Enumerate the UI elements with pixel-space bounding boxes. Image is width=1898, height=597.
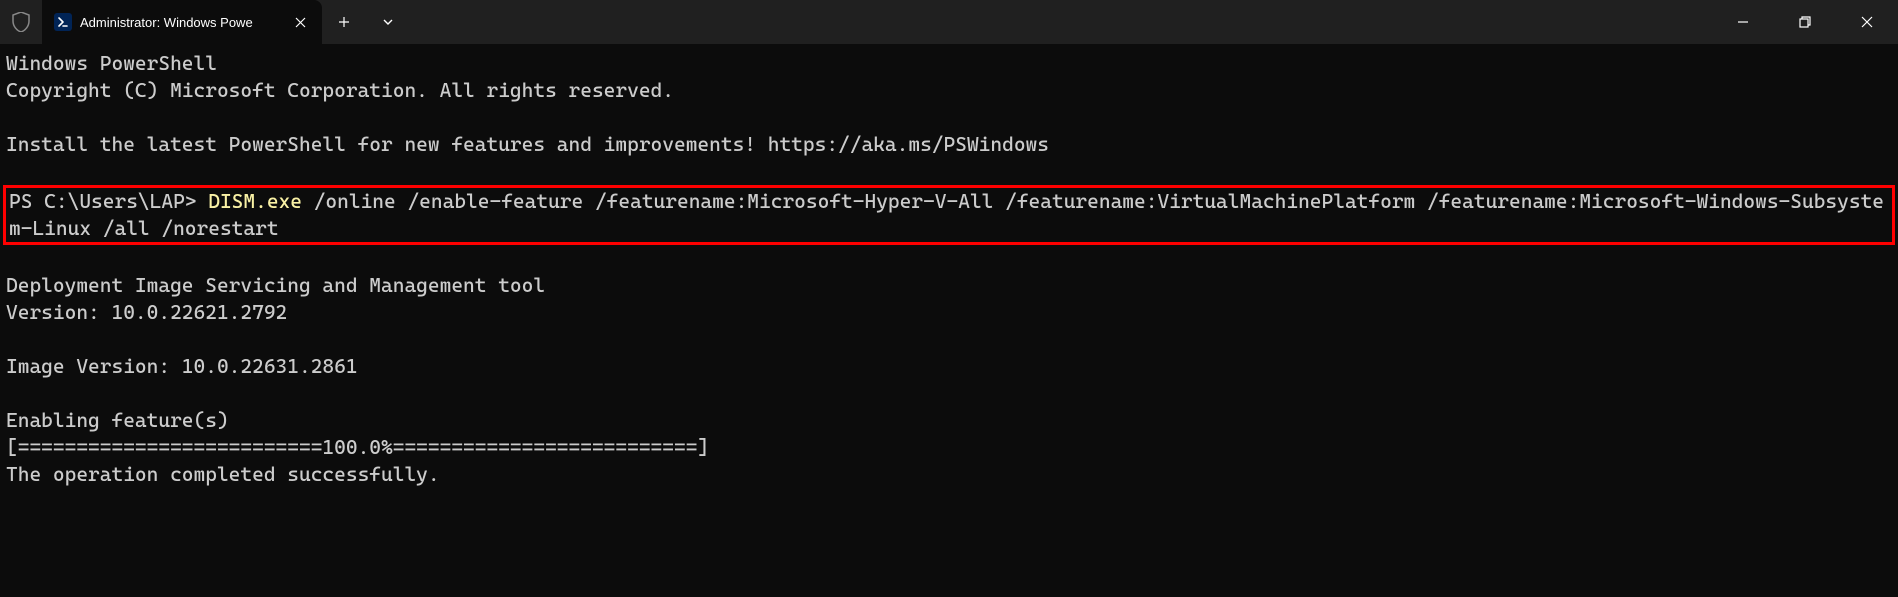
install-hint-line: Install the latest PowerShell for new fe… [6,131,1892,158]
blank-line [6,245,1892,272]
tab-dropdown-button[interactable] [366,16,410,28]
blank-line [6,104,1892,131]
image-version-line: Image Version: 10.0.22631.2861 [6,353,1892,380]
close-button[interactable] [1836,0,1898,44]
highlighted-command-box: PS C:\Users\LAP> DISM.exe /online /enabl… [3,185,1895,245]
prompt-text: PS C:\Users\LAP> [9,189,208,213]
tab-title: Administrator: Windows Powe [80,15,280,30]
terminal-output[interactable]: Windows PowerShellCopyright (C) Microsof… [0,44,1898,494]
tab-close-button[interactable] [288,10,312,34]
enabling-features-line: Enabling feature(s) [6,407,1892,434]
powershell-icon [54,13,72,31]
titlebar: Administrator: Windows Powe [0,0,1898,44]
active-tab[interactable]: Administrator: Windows Powe [42,0,322,44]
blank-line [6,326,1892,353]
completed-line: The operation completed successfully. [6,461,1892,488]
progress-bar-line: [==========================100.0%=======… [6,434,1892,461]
dism-version-line: Version: 10.0.22621.2792 [6,299,1892,326]
maximize-button[interactable] [1774,0,1836,44]
tab-actions [322,0,410,44]
minimize-button[interactable] [1712,0,1774,44]
admin-shield-icon [0,0,42,44]
ps-copyright-line: Copyright (C) Microsoft Corporation. All… [6,77,1892,104]
blank-line [6,380,1892,407]
ps-header-line: Windows PowerShell [6,50,1892,77]
window-controls [1712,0,1898,44]
blank-line [6,158,1892,185]
command-executable: DISM.exe [208,189,302,213]
dism-tool-line: Deployment Image Servicing and Managemen… [6,272,1892,299]
new-tab-button[interactable] [322,16,366,28]
